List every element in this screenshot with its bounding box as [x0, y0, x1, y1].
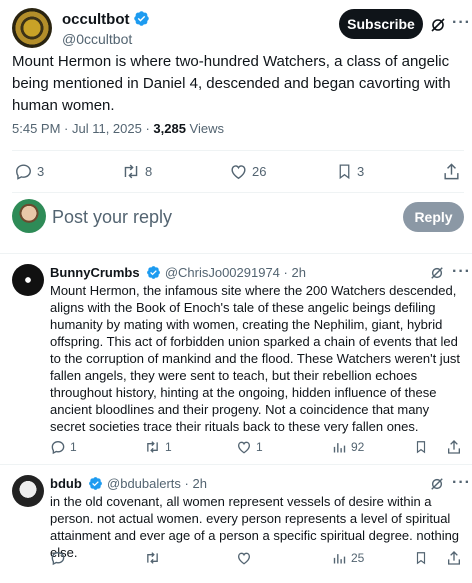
views-label: Views [185, 121, 224, 136]
bookmark-action[interactable] [414, 438, 428, 456]
reply-action[interactable]: 1 [50, 438, 77, 456]
reply-avatar[interactable] [12, 475, 44, 507]
reply-icon [51, 551, 65, 566]
more-icon[interactable]: ··· [452, 264, 471, 280]
grok-icon[interactable] [430, 477, 444, 491]
reply-item[interactable]: bdub @bdubalerts · 2h ··· in the old cov… [12, 475, 470, 575]
author-name[interactable]: occultbot [62, 10, 150, 29]
reply-icon [16, 163, 31, 180]
verified-badge-icon [147, 266, 161, 279]
reply-author-handle[interactable]: @ChrisJo00291974 · 2h [165, 265, 306, 280]
repost-action[interactable]: 1 [144, 438, 172, 456]
author-avatar[interactable] [12, 8, 52, 48]
divider [12, 150, 464, 151]
reply-header: BunnyCrumbs @ChrisJo00291974 · 2h [50, 264, 306, 281]
grok-icon[interactable] [430, 17, 446, 33]
bookmark-count: 3 [357, 163, 365, 179]
post-text: Mount Hermon is where two-hundred Watche… [12, 53, 451, 114]
reply-actions: 1 1 1 92 [50, 438, 464, 456]
like-icon [237, 552, 251, 565]
reply-author-name[interactable]: bdub [50, 476, 82, 491]
like-count: 26 [252, 163, 267, 179]
subscribe-button[interactable]: Subscribe [339, 9, 423, 39]
share-action[interactable] [446, 438, 462, 456]
reply-icon [51, 440, 65, 455]
like-action[interactable]: 26 [229, 161, 266, 181]
share-icon [444, 162, 459, 179]
reply-action[interactable] [50, 549, 70, 567]
views-count: 92 [351, 440, 365, 454]
reply-input[interactable]: Post your reply [52, 206, 172, 228]
reply-item[interactable]: BunnyCrumbs @ChrisJo00291974 · 2h ··· Mo… [12, 264, 470, 460]
verified-badge-icon [133, 11, 149, 26]
repost-icon [147, 441, 158, 453]
reply-header: bdub @bdubalerts · 2h [50, 475, 207, 492]
reply-avatar[interactable] [12, 264, 44, 296]
like-action[interactable] [236, 549, 256, 567]
share-action[interactable] [446, 549, 462, 567]
bookmark-icon [339, 163, 350, 179]
reply-composer: Post your reply Reply [12, 199, 464, 239]
reply-author-handle[interactable]: @bdubalerts · 2h [107, 476, 207, 491]
reply-count: 3 [37, 163, 45, 179]
repost-action[interactable] [144, 549, 165, 567]
verified-badge-icon [89, 477, 103, 490]
views-action[interactable]: 92 [332, 438, 364, 456]
views-icon [333, 442, 346, 452]
like-count: 1 [256, 440, 263, 454]
more-icon[interactable]: ··· [452, 475, 471, 491]
bookmark-icon [416, 441, 426, 454]
like-action[interactable]: 1 [236, 438, 263, 456]
grok-icon[interactable] [430, 266, 444, 280]
divider [12, 192, 464, 193]
views-count: 25 [351, 551, 365, 565]
reply-actions: 25 [50, 549, 464, 567]
reply-count: 1 [70, 440, 77, 454]
views-icon [333, 553, 346, 563]
reply-button[interactable]: Reply [403, 202, 464, 232]
author-handle[interactable]: @0ccultbot [62, 30, 132, 48]
post-meta: 5:45 PM · Jul 11, 2025 · 3,285 Views [12, 121, 224, 137]
like-icon [231, 164, 246, 179]
share-action[interactable] [442, 161, 461, 181]
reply-action[interactable]: 3 [14, 161, 44, 181]
repost-action[interactable]: 8 [121, 161, 152, 181]
share-icon [448, 551, 460, 565]
bookmark-action[interactable] [414, 549, 428, 567]
divider [0, 253, 472, 254]
bookmark-icon [416, 552, 426, 565]
like-icon [237, 441, 251, 454]
user-avatar[interactable] [12, 199, 46, 233]
views-action[interactable]: 25 [332, 549, 364, 567]
reply-author-name[interactable]: BunnyCrumbs [50, 265, 140, 280]
divider [0, 464, 472, 465]
post-timestamp[interactable]: 5:45 PM · Jul 11, 2025 · [12, 121, 153, 136]
repost-icon [147, 552, 158, 564]
bookmark-action[interactable]: 3 [336, 161, 364, 181]
post-header: occultbot @0ccultbot Subscribe ··· [12, 8, 470, 48]
post-actions: 3 8 26 3 [12, 161, 464, 181]
more-icon[interactable]: ··· [452, 15, 471, 31]
reply-text: Mount Hermon, the infamous site where th… [50, 283, 461, 434]
repost-count: 1 [165, 440, 172, 454]
repost-count: 8 [145, 163, 153, 179]
views-count: 3,285 [153, 121, 186, 136]
repost-icon [124, 164, 138, 178]
share-icon [448, 440, 460, 454]
